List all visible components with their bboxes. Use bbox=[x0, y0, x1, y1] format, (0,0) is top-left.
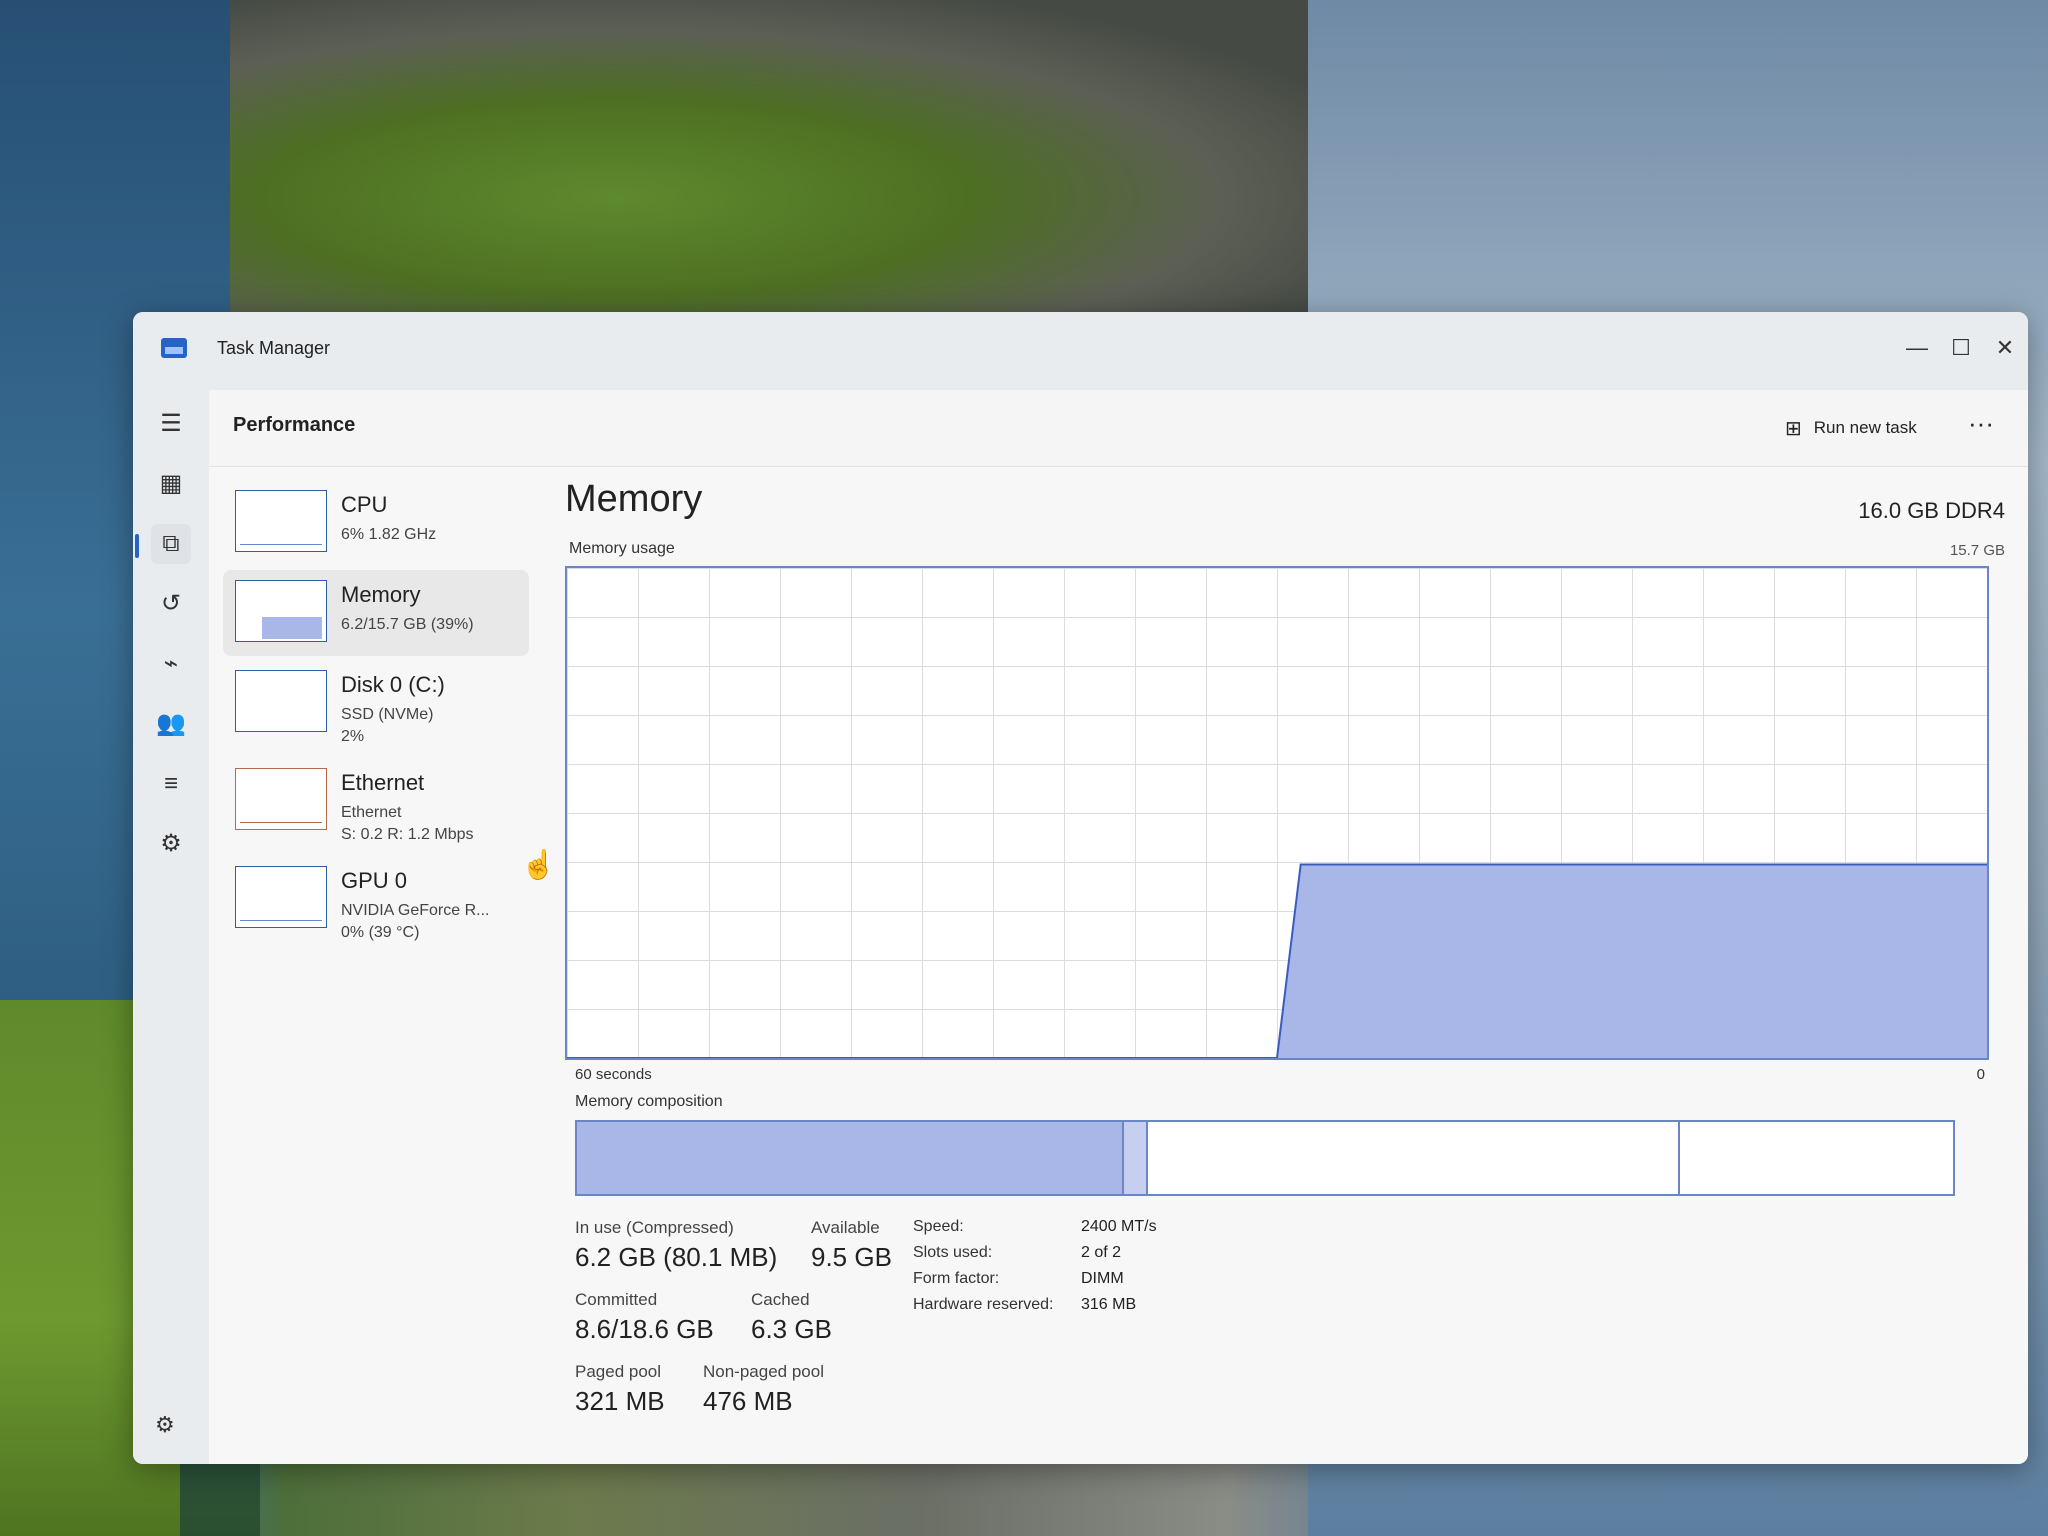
available-value: 9.5 GB bbox=[811, 1242, 892, 1272]
minimize-button[interactable]: — bbox=[1897, 330, 1937, 366]
device-subtitle: Ethernet bbox=[341, 804, 402, 821]
disk-thumbnail bbox=[235, 670, 327, 732]
memory-usage-graph bbox=[565, 566, 1989, 1060]
more-options-button[interactable]: ··· bbox=[1963, 408, 1999, 444]
settings-icon[interactable]: ⚙ bbox=[155, 1412, 175, 1438]
performance-content: Performance ⊞ Run new task ··· CPU 6% 1.… bbox=[209, 390, 2028, 1464]
hardware-reserved-label: Hardware reserved: bbox=[913, 1296, 1054, 1313]
committed-value: 8.6/18.6 GB bbox=[575, 1314, 714, 1344]
page-header: Performance ⊞ Run new task ··· bbox=[209, 390, 2028, 467]
page-title: Performance bbox=[233, 414, 356, 436]
paged-pool-label: Paged pool bbox=[575, 1362, 662, 1381]
app-history-icon[interactable]: ↺ bbox=[151, 584, 191, 624]
composition-standby bbox=[1148, 1122, 1680, 1194]
memory-title: Memory bbox=[565, 478, 703, 520]
device-title: Disk 0 (C:) bbox=[341, 672, 445, 697]
ethernet-thumbnail bbox=[235, 768, 327, 830]
services-icon[interactable]: ⚙ bbox=[151, 824, 191, 864]
cached-label: Cached bbox=[751, 1290, 810, 1309]
graph-time-end: 0 bbox=[1976, 1066, 1985, 1083]
device-item-disk[interactable]: Disk 0 (C:) SSD (NVMe) 2% bbox=[223, 660, 529, 746]
device-title: CPU bbox=[341, 492, 388, 517]
hand-cursor-icon: ☝ bbox=[521, 849, 556, 880]
form-factor-label: Form factor: bbox=[913, 1270, 1000, 1287]
paged-pool-value: 321 MB bbox=[575, 1386, 665, 1416]
form-factor-value: DIMM bbox=[1081, 1270, 1124, 1287]
run-new-task-label: Run new task bbox=[1813, 418, 1917, 437]
device-subtitle: 6% 1.82 GHz bbox=[341, 526, 437, 543]
details-icon[interactable]: ≡ bbox=[151, 764, 191, 804]
run-task-icon: ⊞ bbox=[1785, 417, 1802, 440]
hardware-reserved-value: 316 MB bbox=[1081, 1296, 1137, 1313]
device-subtitle-2: 0% (39 °C) bbox=[341, 924, 420, 941]
performance-icon[interactable]: ⧉ bbox=[151, 524, 191, 564]
in-use-label: In use (Compressed) bbox=[575, 1218, 734, 1237]
window-title: Task Manager bbox=[217, 338, 331, 358]
memory-usage-area bbox=[567, 864, 1987, 1058]
available-label: Available bbox=[811, 1218, 880, 1237]
cpu-thumbnail bbox=[235, 490, 327, 552]
device-item-gpu[interactable]: GPU 0 NVIDIA GeForce R... 0% (39 °C) bbox=[223, 856, 529, 942]
graph-time-start: 60 seconds bbox=[575, 1066, 652, 1083]
committed-label: Committed bbox=[575, 1290, 658, 1309]
memory-composition-label: Memory composition bbox=[575, 1093, 723, 1110]
device-title: Memory bbox=[341, 582, 421, 607]
device-item-cpu[interactable]: CPU 6% 1.82 GHz bbox=[223, 480, 529, 566]
memory-capacity: 16.0 GB DDR4 bbox=[1858, 498, 2005, 523]
memory-usage-chart bbox=[567, 863, 1987, 1058]
task-manager-window: Task Manager — ☐ ✕ ☰ ▦ ⧉ ↺ ⌁ 👥 ≡ ⚙ ⚙ Per… bbox=[133, 312, 2028, 1464]
speed-value: 2400 MT/s bbox=[1081, 1218, 1157, 1235]
device-title: GPU 0 bbox=[341, 868, 408, 893]
memory-usage-label: Memory usage bbox=[569, 540, 675, 557]
device-list: CPU 6% 1.82 GHz Memory 6.2/15.7 GB (39%)… bbox=[223, 480, 529, 941]
device-subtitle: SSD (NVMe) bbox=[341, 706, 434, 723]
speed-label: Speed: bbox=[913, 1218, 964, 1235]
hamburger-menu-icon[interactable]: ☰ bbox=[151, 404, 191, 444]
device-subtitle: 6.2/15.7 GB (39%) bbox=[341, 616, 474, 633]
slots-used-label: Slots used: bbox=[913, 1244, 993, 1261]
nonpaged-pool-value: 476 MB bbox=[703, 1386, 793, 1416]
device-title: Ethernet bbox=[341, 770, 425, 795]
device-subtitle-2: S: 0.2 R: 1.2 Mbps bbox=[341, 826, 474, 843]
processes-icon[interactable]: ▦ bbox=[151, 464, 191, 504]
title-bar: Task Manager — ☐ ✕ bbox=[133, 312, 2028, 390]
composition-modified bbox=[1124, 1122, 1148, 1194]
device-subtitle-2: 2% bbox=[341, 728, 365, 745]
nonpaged-pool-label: Non-paged pool bbox=[703, 1362, 824, 1381]
close-button[interactable]: ✕ bbox=[1985, 330, 2025, 366]
gpu-thumbnail bbox=[235, 866, 327, 928]
device-subtitle: NVIDIA GeForce R... bbox=[341, 902, 490, 919]
memory-usage-max: 15.7 GB bbox=[1949, 542, 2005, 559]
in-use-value: 6.2 GB (80.1 MB) bbox=[575, 1242, 778, 1272]
startup-apps-icon[interactable]: ⌁ bbox=[151, 644, 191, 684]
navigation-rail: ☰ ▦ ⧉ ↺ ⌁ 👥 ≡ ⚙ ⚙ bbox=[133, 390, 209, 1464]
task-manager-app-icon bbox=[161, 338, 187, 358]
slots-used-value: 2 of 2 bbox=[1081, 1244, 1122, 1261]
users-icon[interactable]: 👥 bbox=[151, 704, 191, 744]
device-item-ethernet[interactable]: Ethernet Ethernet S: 0.2 R: 1.2 Mbps bbox=[223, 758, 529, 844]
composition-in-use bbox=[577, 1122, 1124, 1194]
memory-composition-bar bbox=[575, 1120, 1955, 1196]
memory-thumbnail bbox=[235, 580, 327, 642]
active-indicator bbox=[135, 534, 139, 558]
maximize-button[interactable]: ☐ bbox=[1941, 330, 1981, 366]
cached-value: 6.3 GB bbox=[751, 1314, 832, 1344]
device-item-memory[interactable]: Memory 6.2/15.7 GB (39%) bbox=[223, 570, 529, 656]
background-cliff bbox=[230, 0, 1330, 330]
run-new-task-button[interactable]: ⊞ Run new task bbox=[1785, 410, 1917, 446]
